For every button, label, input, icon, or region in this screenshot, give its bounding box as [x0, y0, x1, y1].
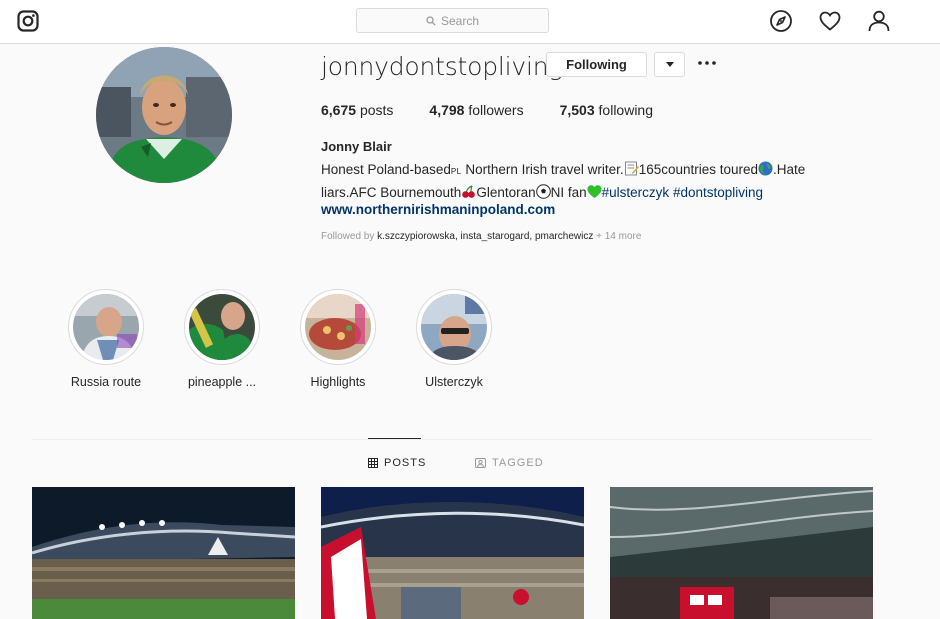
highlight-cover — [189, 294, 255, 360]
highlight-label: Ulsterczyk — [425, 375, 483, 389]
bio-text: liars.AFC Bournemouth — [321, 185, 462, 200]
memo-emoji-icon — [624, 161, 639, 176]
bio-text: 165countries toured — [638, 162, 759, 177]
following-label: following — [598, 102, 654, 118]
globe-emoji-icon — [758, 161, 773, 176]
posts-stat: 6,675 posts — [321, 102, 393, 118]
post-thumbnail[interactable] — [610, 487, 873, 619]
suggestions-dropdown-button[interactable] — [654, 52, 685, 77]
followers-count: 4,798 — [429, 102, 465, 118]
post-thumbnail[interactable] — [32, 487, 295, 619]
profile-username: jonnydontstopliving — [321, 52, 564, 81]
search-placeholder: Search — [440, 13, 480, 28]
profile-stats: 6,675 posts 4,798 followers 7,503 follow… — [321, 102, 689, 118]
profile-bio: Honest Poland-basedPL Northern Irish tra… — [321, 159, 851, 203]
highlight-pineapple[interactable]: pineapple ... — [182, 289, 262, 389]
bio-text: Honest Poland-based — [321, 162, 451, 177]
tab-tagged-label: TAGGED — [492, 457, 544, 469]
highlight-ring — [68, 289, 144, 365]
search-input[interactable]: Search — [356, 8, 549, 33]
following-button[interactable]: Following — [546, 52, 647, 77]
bio-text: Glentoran — [476, 185, 536, 200]
search-icon — [426, 15, 436, 26]
bio-text: .Hate — [773, 162, 806, 177]
highlight-ulsterczyk[interactable]: Ulsterczyk — [414, 289, 494, 389]
followed-by-prefix: Followed by — [321, 231, 375, 242]
activity-heart-icon[interactable] — [818, 9, 842, 38]
poland-flag-text: PL — [450, 167, 462, 176]
highlight-cover — [73, 294, 139, 360]
highlight-label: Russia route — [70, 375, 142, 389]
ellipsis-icon — [698, 61, 716, 65]
soccer-ball-emoji-icon — [535, 184, 551, 199]
highlight-ring — [184, 289, 260, 365]
top-nav-bar: Search — [0, 0, 940, 44]
following-stat[interactable]: 7,503 following — [560, 102, 653, 118]
followers-label: followers — [468, 102, 524, 118]
posts-label: posts — [359, 102, 394, 118]
highlight-ring — [416, 289, 492, 365]
followers-stat[interactable]: 4,798 followers — [429, 102, 523, 118]
followed-by-text[interactable]: Followed by k.szczypiorowska, insta_star… — [321, 231, 641, 242]
tab-posts-label: POSTS — [384, 457, 427, 469]
highlight-ring — [300, 289, 376, 365]
hashtag-link[interactable]: #ulsterczyk — [602, 185, 670, 200]
tab-posts[interactable]: POSTS — [368, 438, 427, 469]
green-heart-emoji-icon — [587, 185, 602, 198]
followed-by-more: + 14 more — [596, 231, 642, 242]
tag-person-icon — [475, 458, 486, 468]
highlight-label: pineapple ... — [187, 375, 257, 389]
highlight-cover — [421, 294, 487, 360]
profile-website-link[interactable]: www.northernirishmaninpoland.com — [321, 202, 555, 217]
highlight-highlights[interactable]: Highlights — [298, 289, 378, 389]
followed-by-names: k.szczypiorowska, insta_starogard, pmarc… — [377, 231, 594, 242]
explore-icon[interactable] — [769, 9, 793, 38]
highlight-cover — [305, 294, 371, 360]
following-count: 7,503 — [559, 102, 595, 118]
instagram-logo-icon[interactable] — [17, 10, 39, 32]
hashtag-link[interactable]: #dontstopliving — [673, 185, 763, 200]
post-thumbnail[interactable] — [321, 487, 584, 619]
highlight-russia-route[interactable]: Russia route — [66, 289, 146, 389]
tabs-divider — [32, 439, 872, 440]
highlight-label: Highlights — [310, 375, 366, 389]
cherries-emoji-icon — [462, 185, 476, 198]
grid-icon — [368, 458, 378, 468]
profile-avatar[interactable] — [96, 47, 232, 183]
profile-user-icon[interactable] — [867, 9, 891, 38]
bio-text: NI fan — [550, 185, 587, 200]
posts-count: 6,675 — [321, 102, 357, 118]
bio-text: Northern Irish travel writer. — [461, 162, 624, 177]
more-options-button[interactable] — [697, 54, 717, 72]
caret-down-icon — [665, 62, 674, 67]
profile-full-name: Jonny Blair — [321, 139, 392, 154]
tab-tagged[interactable]: TAGGED — [475, 457, 544, 469]
